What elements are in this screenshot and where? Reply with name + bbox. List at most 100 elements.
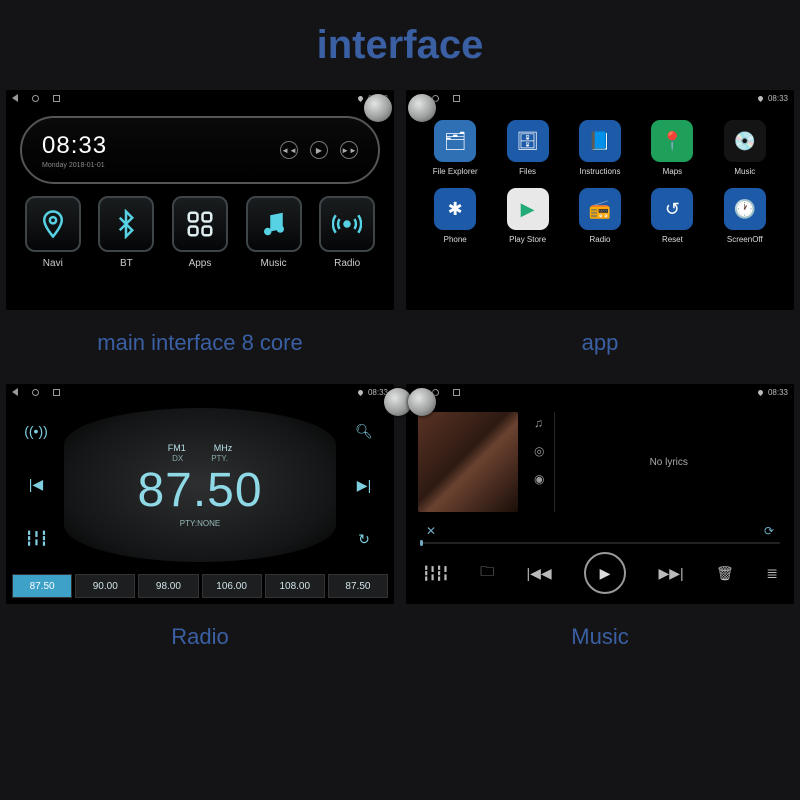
preset-3[interactable]: 98.00	[138, 574, 198, 598]
nav-home-icon[interactable]	[32, 95, 39, 102]
music-album-icon[interactable]: ◉	[534, 472, 544, 486]
statusbar: 08:33	[406, 90, 794, 106]
app-label: File Explorer	[433, 167, 478, 176]
clock-time: 08:33	[42, 132, 107, 160]
prev-track-icon[interactable]: |◀◀	[527, 565, 552, 582]
radio-band: FM1	[168, 443, 186, 453]
main-btn-apps[interactable]: Apps	[169, 196, 231, 269]
status-time: 08:33	[768, 388, 788, 397]
apps-screen: 08:33 🗂 File Explorer 🗄Files 📘 Instructions 📍…	[406, 90, 794, 310]
app-icon: 📘	[579, 120, 621, 162]
music-note-icon[interactable]: ♫	[534, 416, 544, 430]
radio-prev-icon[interactable]: |◀	[29, 476, 43, 493]
app-phone[interactable]: ✱Phone	[422, 188, 488, 244]
pill-play-icon[interactable]: ▶	[310, 141, 328, 159]
nav-recent-icon[interactable]	[53, 389, 60, 396]
clock-widget: 08:33 Monday 2018-01-01 ◄◄ ▶ ►►	[20, 116, 380, 184]
pin-icon	[25, 196, 81, 252]
app-screenoff[interactable]: 🕐 ScreenOff	[712, 188, 778, 244]
main-btn-radio[interactable]: Radio	[316, 196, 378, 269]
nav-recent-icon[interactable]	[453, 95, 460, 102]
knob-apps[interactable]	[408, 94, 436, 122]
app-maps[interactable]: 📍 Maps	[639, 120, 705, 176]
playlist-icon[interactable]: ≣	[766, 565, 778, 582]
app-icon: 🕐	[724, 188, 766, 230]
radio-pty: PTY:NONE	[180, 519, 220, 528]
pill-next-icon[interactable]: ►►	[340, 141, 358, 159]
main-btn-music[interactable]: Music	[243, 196, 305, 269]
repeat-icon[interactable]: ⟳	[764, 524, 774, 538]
app-label: Play Store	[509, 235, 546, 244]
nav-back-icon[interactable]	[12, 94, 18, 102]
app-files[interactable]: 🗄Files	[494, 120, 560, 176]
radio-ta-icon[interactable]: ((•))	[24, 423, 48, 439]
statusbar: 08:33	[6, 90, 394, 106]
nav-recent-icon[interactable]	[453, 389, 460, 396]
nav-back-icon[interactable]	[12, 388, 18, 396]
knob-main[interactable]	[364, 94, 392, 122]
main-btn-label: BT	[120, 258, 133, 269]
grid-icon	[172, 196, 228, 252]
bt-icon	[98, 196, 154, 252]
gps-icon	[357, 94, 364, 101]
preset-1[interactable]: 87.50	[12, 574, 72, 598]
app-reset[interactable]: ↺ Reset	[639, 188, 705, 244]
main-btn-label: Music	[261, 258, 287, 269]
play-button[interactable]: ▶	[584, 552, 626, 594]
radio-next-icon[interactable]: ▶|	[357, 477, 371, 494]
panel-apps: 08:33 🗂 File Explorer 🗄Files 📘 Instructions 📍…	[400, 90, 800, 384]
radio-icon	[319, 196, 375, 252]
app-icon: 🗂	[434, 120, 476, 162]
album-art	[418, 412, 518, 512]
shuffle-icon[interactable]: ✕	[426, 524, 436, 538]
app-icon: ▶	[507, 188, 549, 230]
app-file-explorer[interactable]: 🗂 File Explorer	[422, 120, 488, 176]
app-label: Radio	[590, 235, 611, 244]
preset-2[interactable]: 90.00	[75, 574, 135, 598]
caption-apps: app	[400, 310, 800, 384]
music-screen: 08:33 ♫ ◎ ◉ No lyrics ✕ ⟳ ┇╏┇╏ 🗀 |◀◀	[406, 384, 794, 604]
radio-pty-label: PTY.	[211, 454, 228, 463]
app-radio[interactable]: 📻Radio	[567, 188, 633, 244]
app-label: ScreenOff	[727, 235, 763, 244]
statusbar: 08:33	[406, 384, 794, 400]
knob-music[interactable]	[408, 388, 436, 416]
app-instructions[interactable]: 📘 Instructions	[567, 120, 633, 176]
caption-radio: Radio	[0, 604, 400, 678]
gps-icon	[757, 388, 764, 395]
app-label: Maps	[663, 167, 683, 176]
main-btn-label: Navi	[43, 258, 63, 269]
nav-recent-icon[interactable]	[53, 95, 60, 102]
app-icon: 📍	[651, 120, 693, 162]
app-label: Instructions	[580, 167, 621, 176]
pill-prev-icon[interactable]: ◄◄	[280, 141, 298, 159]
folder-icon[interactable]: 🗀	[480, 561, 494, 585]
app-label: Reset	[662, 235, 683, 244]
radio-search-icon[interactable]: 🔍︎	[355, 423, 373, 440]
app-icon: ↺	[651, 188, 693, 230]
next-track-icon[interactable]: ▶▶|	[658, 565, 683, 582]
app-label: Phone	[444, 235, 467, 244]
nav-home-icon[interactable]	[32, 389, 39, 396]
eq-icon[interactable]: ┇╏┇╏	[422, 565, 448, 582]
radio-eq-icon[interactable]: ┇╏┇	[25, 530, 47, 547]
clock-date: Monday 2018-01-01	[42, 162, 107, 169]
app-icon: 💿	[724, 120, 766, 162]
progress-bar[interactable]	[420, 542, 780, 544]
caption-main: main interface 8 core	[0, 310, 400, 384]
music-artist-icon[interactable]: ◎	[534, 444, 544, 458]
main-btn-bt[interactable]: BT	[95, 196, 157, 269]
preset-6[interactable]: 87.50	[328, 574, 388, 598]
panel-main: 08:33 08:33 Monday 2018-01-01 ◄◄ ▶ ►► Na…	[0, 90, 400, 384]
preset-4[interactable]: 106.00	[202, 574, 262, 598]
app-music[interactable]: 💿Music	[712, 120, 778, 176]
preset-5[interactable]: 108.00	[265, 574, 325, 598]
gps-icon	[757, 94, 764, 101]
main-btn-label: Radio	[334, 258, 360, 269]
main-btn-navi[interactable]: Navi	[22, 196, 84, 269]
radio-screen: 08:33 ((•)) |◀ ┇╏┇ FM1 MHz DX PTY.	[6, 384, 394, 604]
radio-loop-icon[interactable]: ↻	[358, 531, 370, 548]
pill-media: ◄◄ ▶ ►►	[280, 141, 358, 159]
delete-icon[interactable]: 🗑	[716, 565, 734, 582]
app-play-store[interactable]: ▶ Play Store	[494, 188, 560, 244]
